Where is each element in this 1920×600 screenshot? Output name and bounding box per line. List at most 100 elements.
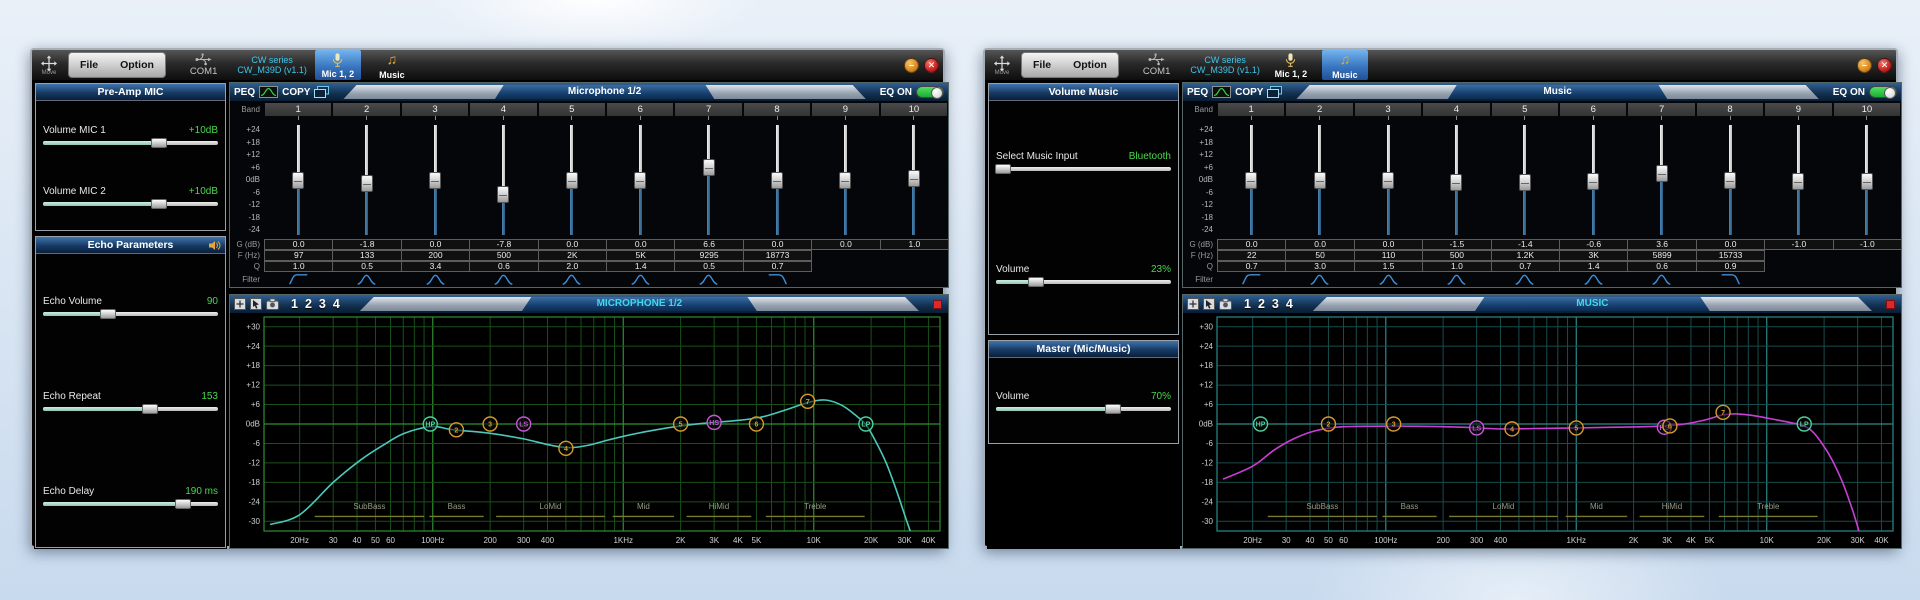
copy-icon[interactable] [314,86,329,98]
slider-track[interactable] [996,167,1171,171]
q-band-8[interactable]: 0.9 [1696,261,1765,272]
band-4-header[interactable]: 4 [1423,103,1489,116]
preset-2-button[interactable]: 2 [305,295,312,313]
q-band-4[interactable]: 0.6 [469,261,538,272]
q-band-5[interactable]: 0.7 [1491,261,1560,272]
gain-band-1[interactable]: 0.0 [1217,239,1286,250]
eq-point-LP[interactable]: LP [1797,417,1811,431]
band-5-fader[interactable] [538,121,606,239]
fader-thumb[interactable] [292,172,304,189]
band-10-fader[interactable] [880,121,948,239]
camera-icon[interactable] [266,298,279,310]
minimize-button[interactable]: – [1857,58,1872,73]
fader-thumb[interactable] [1861,173,1873,190]
band-1-fader[interactable] [264,121,332,239]
fader-thumb[interactable] [839,172,851,189]
freq-band-1[interactable]: 22 [1217,250,1286,261]
fader-thumb[interactable] [1382,172,1394,189]
band-1-fader[interactable] [1217,121,1285,239]
q-band-6[interactable]: 1.4 [1559,261,1628,272]
q-band-1[interactable]: 1.0 [264,261,333,272]
fader-thumb[interactable] [361,175,373,192]
eq-point-2[interactable]: 2 [1321,417,1335,431]
com-port[interactable]: COM1 [190,53,217,77]
eq-point-6[interactable]: 6 [1663,419,1677,433]
slider-thumb[interactable] [142,404,158,414]
band-2-fader[interactable] [332,121,400,239]
band-6-header[interactable]: 6 [607,103,673,116]
eq-point-4[interactable]: 4 [1505,422,1519,436]
menu-option-button[interactable]: Option [1062,59,1118,71]
fader-thumb[interactable] [1724,172,1736,189]
gain-band-6[interactable]: 0.0 [606,239,675,250]
slider-thumb[interactable] [1105,404,1121,414]
gain-band-4[interactable]: -1.5 [1422,239,1491,250]
gain-band-9[interactable]: 0.0 [811,239,880,250]
slider-track[interactable] [43,407,218,411]
gain-band-10[interactable]: 1.0 [880,239,949,250]
filter-band-3[interactable] [401,273,469,286]
close-button[interactable]: ✕ [924,58,939,73]
freq-band-6[interactable]: 3K [1559,250,1628,261]
band-7-header[interactable]: 7 [1628,103,1694,116]
gain-band-7[interactable]: 6.6 [674,239,743,250]
freq-band-5[interactable]: 2K [538,250,607,261]
band-1-header[interactable]: 1 [1218,103,1284,116]
move-handle[interactable]: Move [36,55,62,76]
q-band-8[interactable]: 0.7 [743,261,812,272]
freq-band-1[interactable]: 97 [264,250,333,261]
band-3-fader[interactable] [401,121,469,239]
tab-music[interactable]: ♫Music [1322,50,1368,80]
band-4-fader[interactable] [469,121,537,239]
eq-point-LP[interactable]: LP [859,417,873,431]
filter-band-6[interactable] [606,273,674,286]
peq-curve-icon[interactable] [259,86,278,98]
menu-option-button[interactable]: Option [109,59,165,71]
eq-point-LS[interactable]: LS [517,417,531,431]
fader-thumb[interactable] [1245,172,1257,189]
filter-band-8[interactable] [1696,273,1764,286]
filter-band-7[interactable] [1627,273,1695,286]
eq-point-HP[interactable]: HP [423,417,437,431]
preset-1-button[interactable]: 1 [291,295,298,313]
camera-icon[interactable] [1219,298,1232,310]
preset-4-button[interactable]: 4 [333,295,340,313]
slider-thumb[interactable] [995,164,1011,174]
eq-point-7[interactable]: 7 [801,394,815,408]
band-6-header[interactable]: 6 [1560,103,1626,116]
gain-band-8[interactable]: 0.0 [743,239,812,250]
gain-band-3[interactable]: 0.0 [401,239,470,250]
band-5-fader[interactable] [1491,121,1559,239]
fader-thumb[interactable] [1450,174,1462,191]
eq-on-toggle[interactable] [1869,86,1897,98]
band-7-header[interactable]: 7 [675,103,741,116]
slider-track[interactable] [43,502,218,506]
close-button[interactable]: ✕ [1877,58,1892,73]
band-2-fader[interactable] [1285,121,1353,239]
band-3-fader[interactable] [1354,121,1422,239]
eq-point-2[interactable]: 2 [449,423,463,437]
gain-band-8[interactable]: 0.0 [1696,239,1765,250]
filter-band-6[interactable] [1559,273,1627,286]
fader-thumb[interactable] [1519,174,1531,191]
filter-band-4[interactable] [469,273,537,286]
band-9-fader[interactable] [811,121,879,239]
slider-thumb[interactable] [151,138,167,148]
freq-band-3[interactable]: 200 [401,250,470,261]
band-2-header[interactable]: 2 [1286,103,1352,116]
eq-point-7[interactable]: 7 [1716,405,1730,419]
cursor-box-icon[interactable] [250,298,262,310]
filter-band-1[interactable] [264,273,332,286]
fader-thumb[interactable] [771,172,783,189]
freq-band-4[interactable]: 500 [469,250,538,261]
freq-band-7[interactable]: 9295 [674,250,743,261]
band-5-header[interactable]: 5 [1492,103,1558,116]
gain-band-7[interactable]: 3.6 [1627,239,1696,250]
filter-band-3[interactable] [1354,273,1422,286]
freq-band-5[interactable]: 1.2K [1491,250,1560,261]
slider-thumb[interactable] [175,499,191,509]
freq-band-8[interactable]: 18773 [743,250,812,261]
preset-3-button[interactable]: 3 [1272,295,1279,313]
q-band-1[interactable]: 0.7 [1217,261,1286,272]
freq-band-2[interactable]: 50 [1285,250,1354,261]
